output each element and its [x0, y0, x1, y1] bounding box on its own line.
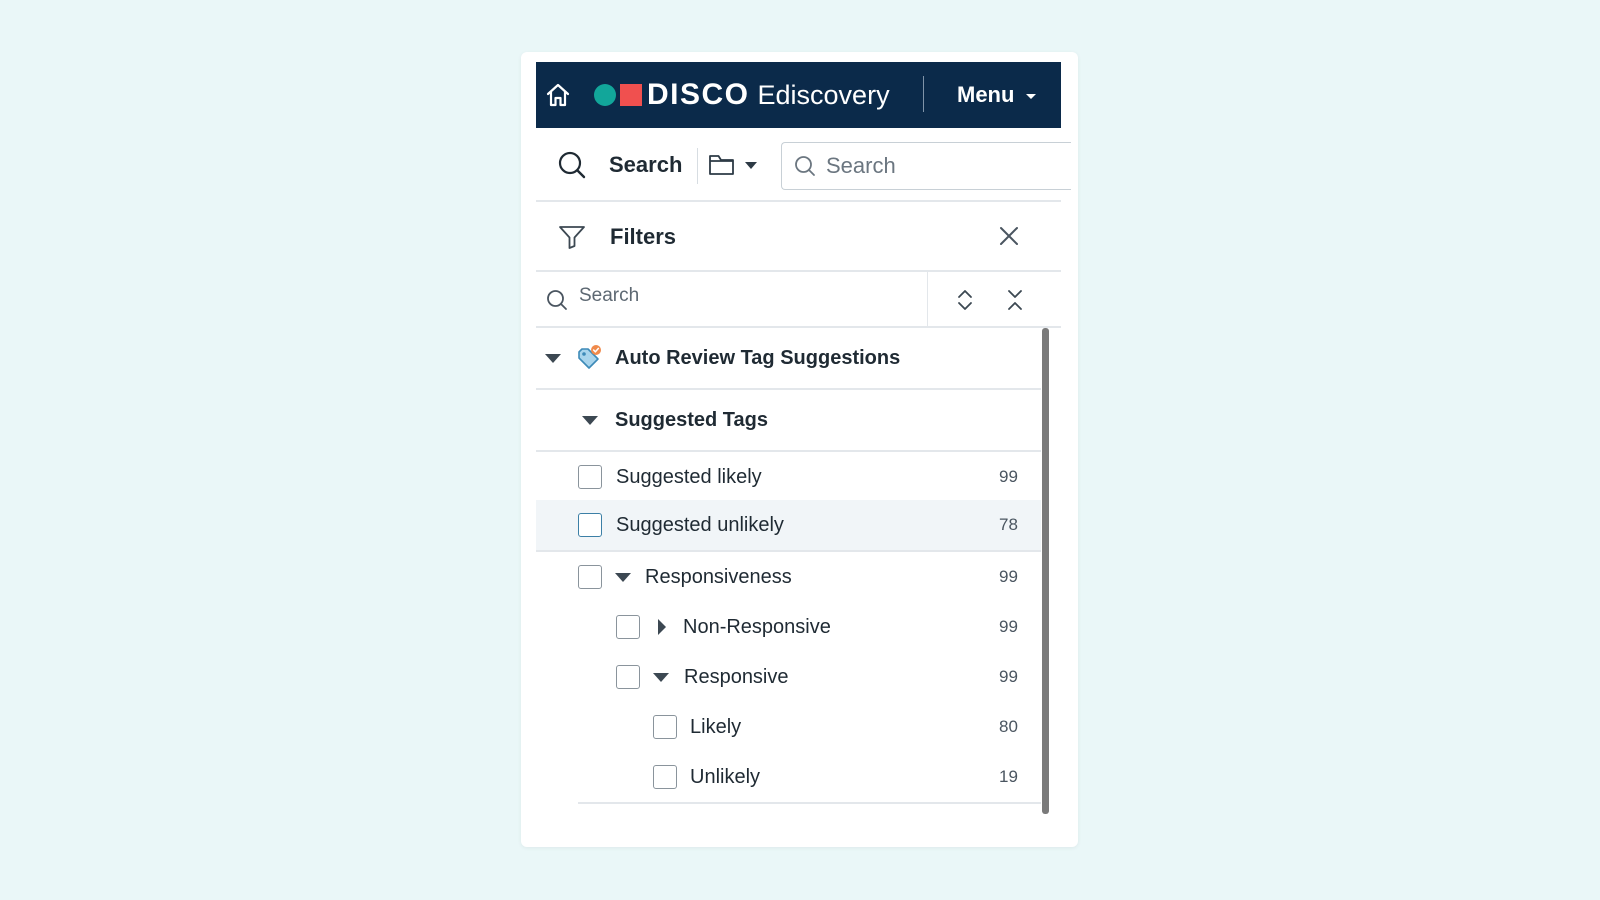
expand-all-icon[interactable]	[956, 288, 974, 312]
filters-card: DISCO Ediscovery Menu Search Search Filt…	[521, 52, 1078, 847]
caret-down-icon	[1026, 93, 1037, 99]
caret-right-icon[interactable]	[658, 619, 666, 635]
tree-item-suggested-unlikely[interactable]: Suggested unlikely 78	[536, 500, 1041, 550]
menu-button[interactable]: Menu	[957, 62, 1037, 128]
checkbox[interactable]	[578, 565, 602, 589]
logo-dot-icon	[594, 84, 616, 106]
app-header: DISCO Ediscovery Menu	[536, 62, 1061, 128]
tree-group-label: Auto Review Tag Suggestions	[615, 346, 901, 369]
tree-item-responsive[interactable]: Responsive 99	[536, 652, 1041, 702]
tree-item-count: 99	[999, 567, 1018, 586]
checkbox[interactable]	[578, 513, 602, 537]
checkbox[interactable]	[578, 465, 602, 489]
search-icon	[547, 290, 567, 310]
tag-suggestion-icon	[578, 345, 601, 369]
logo-square-icon	[620, 84, 642, 106]
tree-item-count: 78	[999, 515, 1018, 534]
tree-subgroup-label: Suggested Tags	[615, 408, 768, 431]
folder-dropdown[interactable]	[708, 152, 757, 178]
tree-item-label: Unlikely	[690, 765, 761, 788]
tree-item-label: Responsiveness	[645, 565, 792, 588]
filter-tree: Auto Review Tag Suggestions Suggested Ta…	[536, 328, 1061, 818]
caret-down-icon[interactable]	[582, 415, 598, 425]
caret-down-icon[interactable]	[545, 353, 561, 363]
filters-panel: DISCO Ediscovery Menu Search Search Filt…	[536, 62, 1071, 832]
search-icon	[795, 156, 815, 176]
tree-item-suggested-likely[interactable]: Suggested likely 99	[536, 454, 1041, 500]
tree-item-count: 99	[999, 617, 1018, 636]
filters-header: Filters	[536, 202, 1061, 272]
tree-item-label: Non-Responsive	[683, 615, 831, 638]
scrollbar[interactable]	[1042, 328, 1049, 814]
tree-item-responsiveness[interactable]: Responsiveness 99	[536, 552, 1041, 602]
tree-item-count: 80	[999, 717, 1018, 736]
divider	[578, 802, 1041, 804]
toolbar-divider	[697, 148, 698, 184]
tree-item-label: Suggested unlikely	[616, 513, 784, 536]
search-toolbar: Search	[536, 128, 1071, 202]
checkbox[interactable]	[653, 715, 677, 739]
tree-item-likely[interactable]: Likely 80	[536, 702, 1041, 752]
divider	[536, 450, 1041, 452]
header-divider	[923, 76, 924, 112]
tree-item-label: Suggested likely	[616, 465, 762, 488]
folder-icon	[709, 155, 734, 175]
checkbox[interactable]	[616, 665, 640, 689]
filter-search-input[interactable]	[579, 285, 909, 307]
tree-item-non-responsive[interactable]: Non-Responsive 99	[536, 602, 1041, 652]
filter-search-divider	[927, 272, 928, 326]
home-icon	[546, 83, 570, 107]
disco-logo[interactable]: DISCO Ediscovery	[594, 80, 890, 110]
menu-label: Menu	[957, 82, 1015, 107]
tree-item-unlikely[interactable]: Unlikely 19	[536, 752, 1041, 802]
checkbox[interactable]	[616, 615, 640, 639]
close-icon[interactable]	[998, 225, 1020, 247]
tree-group-auto-review[interactable]: Auto Review Tag Suggestions	[536, 328, 1041, 388]
search-icon[interactable]	[557, 150, 587, 180]
product-name: Ediscovery	[757, 79, 890, 110]
tree-subgroup-suggested-tags[interactable]: Suggested Tags	[536, 390, 1041, 450]
tree-item-label: Likely	[690, 715, 742, 738]
tree-item-count: 19	[999, 767, 1018, 786]
checkbox[interactable]	[653, 765, 677, 789]
caret-down-icon	[745, 161, 757, 169]
tree-item-count: 99	[999, 667, 1018, 686]
filter-search-row	[536, 272, 1061, 328]
tree-item-label: Responsive	[684, 665, 789, 688]
tree-item-count: 99	[999, 467, 1018, 486]
caret-down-icon[interactable]	[653, 672, 669, 682]
filters-title: Filters	[610, 224, 677, 249]
caret-down-icon[interactable]	[615, 572, 631, 582]
toolbar-search-field[interactable]	[781, 142, 1071, 190]
toolbar-search-input[interactable]	[826, 153, 1046, 179]
search-nav-label[interactable]: Search	[609, 152, 682, 178]
home-button[interactable]	[536, 62, 580, 128]
filter-icon	[559, 226, 585, 249]
collapse-all-icon[interactable]	[1006, 288, 1024, 312]
brand-name: DISCO	[647, 78, 750, 111]
